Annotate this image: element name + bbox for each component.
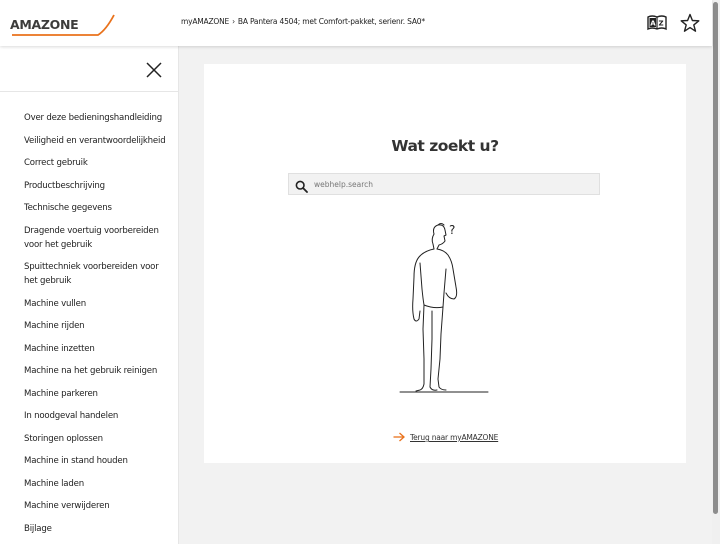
sidebar-top (0, 46, 178, 92)
logo-swoosh-icon (12, 14, 115, 36)
sidebar-nav: Over deze bedieningshandleiding Veilighe… (0, 92, 178, 536)
search-panel: Wat zoekt u? webhelp.search ? Terug naar… (204, 64, 686, 463)
sidebar-item-machine-verwijderen[interactable]: Machine verwijderen (24, 499, 174, 513)
page-title: Wat zoekt u? (391, 137, 499, 155)
search-box[interactable] (288, 173, 600, 195)
sidebar-item-spuittechniek[interactable]: Spuittechniek voorbereiden voor het gebr… (24, 260, 174, 288)
sidebar-item-machine-reinigen[interactable]: Machine na het gebruik reinigen (24, 364, 174, 378)
svg-text:Z: Z (659, 20, 664, 28)
sidebar-item-machine-inzetten[interactable]: Machine inzetten (24, 342, 174, 356)
question-mark: ? (449, 223, 455, 237)
arrow-right-icon (393, 432, 405, 442)
sidebar-item-machine-rijden[interactable]: Machine rijden (24, 319, 174, 333)
header: AMAZONE myAMAZONE › BA Pantera 4504; met C… (0, 0, 712, 46)
scrollbar[interactable] (712, 0, 720, 544)
sidebar-item-over-deze-bedieningshandleiding[interactable]: Over deze bedieningshandleiding (24, 111, 174, 125)
sidebar-item-noodgeval[interactable]: In noodgeval handelen (24, 409, 174, 423)
amazone-logo[interactable]: AMAZONE (10, 12, 116, 38)
breadcrumb-item-current: BA Pantera 4504; met Comfort-pakket, ser… (237, 17, 425, 26)
sidebar-item-veiligheid[interactable]: Veiligheid en verantwoordelijkheid (24, 134, 174, 148)
sidebar: Over deze bedieningshandleiding Veilighe… (0, 46, 179, 544)
sidebar-item-machine-parkeren[interactable]: Machine parkeren (24, 387, 174, 401)
sidebar-item-dragende-voertuig[interactable]: Dragende voertuig voorbereiden voor het … (24, 224, 174, 252)
back-link-label: Terug naar myAMAZONE (410, 433, 499, 442)
sidebar-item-machine-laden[interactable]: Machine laden (24, 477, 174, 491)
search-input[interactable] (314, 176, 594, 192)
sidebar-item-bijlage[interactable]: Bijlage (24, 522, 174, 536)
scrollbar-thumb[interactable] (713, 2, 718, 514)
breadcrumb-separator: › (232, 17, 235, 26)
close-icon[interactable] (145, 61, 163, 79)
confused-person-illustration: ? (399, 223, 489, 393)
sidebar-item-productbeschrijving[interactable]: Productbeschrijving (24, 179, 174, 193)
svg-text:A: A (650, 20, 656, 28)
sidebar-item-correct-gebruik[interactable]: Correct gebruik (24, 156, 174, 170)
breadcrumb: myAMAZONE › BA Pantera 4504; met Comfort-p… (181, 17, 425, 26)
sidebar-item-storingen[interactable]: Storingen oplossen (24, 432, 174, 446)
breadcrumb-item-myamazone[interactable]: myAMAZONE (181, 17, 229, 26)
language-icon[interactable]: A Z (647, 13, 667, 33)
search-icon[interactable] (295, 178, 308, 193)
star-icon[interactable] (680, 13, 700, 33)
sidebar-item-in-stand-houden[interactable]: Machine in stand houden (24, 454, 174, 468)
sidebar-item-technische-gegevens[interactable]: Technische gegevens (24, 201, 174, 215)
sidebar-item-machine-vullen[interactable]: Machine vullen (24, 297, 174, 311)
